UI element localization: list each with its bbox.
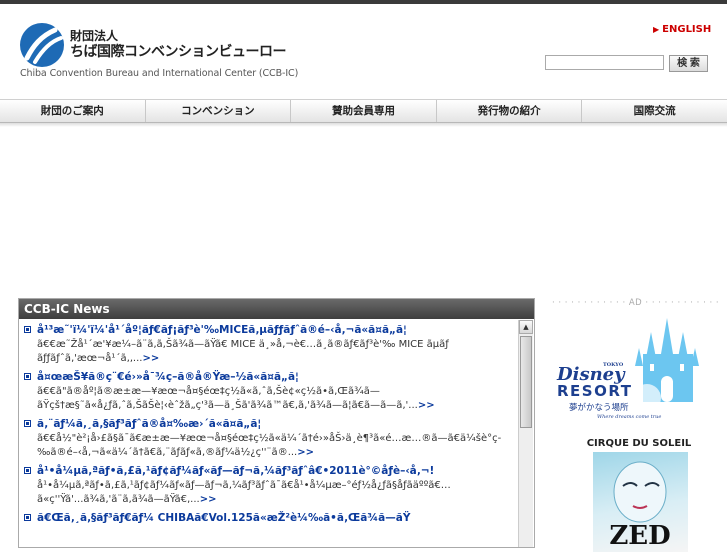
disney-tagline: 夢がかなう場所 xyxy=(569,402,629,413)
news-body-text: ã€€ã"ã®åº¦ã®æ±æ—¥æœ¬å¤§éœ‡ç½ã«ã‚ˆã‚Šè¢«ç… xyxy=(37,386,418,411)
nav-item-publications[interactable]: 発行物の紹介 xyxy=(437,100,583,122)
nav-item-members[interactable]: 賛助会員専用 xyxy=(291,100,437,122)
english-link[interactable]: ▶ ENGLISH xyxy=(653,24,711,35)
news-more-link[interactable]: >> xyxy=(297,447,314,458)
news-title-link[interactable]: å¹³æ˜'ï¼'ï¼'å¹´åº¦ãƒ€ãƒ¡ãƒ³è'‰MICEã‚µãƒƒ… xyxy=(24,323,516,338)
arrow-right-icon: ▶ xyxy=(653,25,660,34)
bullet-icon xyxy=(24,467,31,474)
scroll-up-icon[interactable]: ▲ xyxy=(519,320,533,334)
news-summary: ã€€ã"ã®åº¦ã®æ±æ—¥æœ¬å¤§éœ‡ç½ã«ã‚ˆã‚Šè¢«ç… xyxy=(24,385,516,413)
news-more-link[interactable]: >> xyxy=(142,353,159,364)
ccb-ic-logo-icon[interactable] xyxy=(19,22,65,68)
news-more-link[interactable]: >> xyxy=(418,400,435,411)
news-title-link[interactable]: å¤œæŠ¥ã®ç¨€é›»å¯¾ç­–ã®å®Ÿæ–½ã«ã¤ã„ã¦ xyxy=(24,370,516,385)
search-input[interactable] xyxy=(545,55,664,70)
nav-shadow xyxy=(0,123,727,127)
bullet-icon xyxy=(24,373,31,380)
news-body-text: ã€€å½"è²¡å›£ã§ã¯ã€æ±æ—¥æœ¬å¤§éœ‡ç½ã«ä¼´ã… xyxy=(37,433,502,458)
news-title-text: ã‚¨ãƒ¼ã‚¸ã‚§ãƒ³ãƒˆã®å¤‰æ›´ã«ã¤ã„ã¦ xyxy=(37,418,262,430)
list-item: å¹•å¼µã‚ªãƒ•ã‚£ã‚¹ãƒ¢ãƒ¼ãƒ«ãƒ—ãƒ¬ã‚¼ãƒ³ã… xyxy=(24,464,516,507)
news-title-link[interactable]: å¹•å¼µã‚ªãƒ•ã‚£ã‚¹ãƒ¢ãƒ¼ãƒ«ãƒ—ãƒ¬ã‚¼ãƒ³ã… xyxy=(24,464,516,479)
cirque-show-title: ZED xyxy=(609,521,670,551)
disney-resort-text: RESORT xyxy=(557,382,632,400)
news-title-text: å¹³æ˜'ï¼'ï¼'å¹´åº¦ãƒ€ãƒ¡ãƒ³è'‰MICEã‚µãƒƒ… xyxy=(37,324,407,336)
list-item: ã‚¨ãƒ¼ã‚¸ã‚§ãƒ³ãƒˆã®å¤‰æ›´ã«ã¤ã„ã¦ ã€€å½… xyxy=(24,417,516,460)
org-name[interactable]: ちば国際コンベンションビューロー xyxy=(70,41,287,61)
news-body-text: å¹•å¼µã‚ªãƒ•ã‚£ã‚¹ãƒ¢ãƒ¼ãƒ«ãƒ—ãƒ¬ã‚¼ãƒ³ã… xyxy=(37,480,451,505)
cirque-face-icon: ZED xyxy=(609,461,671,551)
english-label: ENGLISH xyxy=(662,24,712,35)
news-title-text: ã€Œã‚¸ã‚§ãƒ³ãƒ€ãƒ¼ CHIBAã€Vol.125ã«æŽ²è¼… xyxy=(37,512,411,524)
news-summary: å¹•å¼µã‚ªãƒ•ã‚£ã‚¹ãƒ¢ãƒ¼ãƒ«ãƒ—ãƒ¬ã‚¼ãƒ³ã… xyxy=(24,479,516,507)
news-scrollbar[interactable]: ▲ xyxy=(518,320,533,547)
cirque-du-soleil-ad[interactable]: CIRQUE DU SOLEIL ZED xyxy=(583,438,695,552)
news-list: å¹³æ˜'ï¼'ï¼'å¹´åº¦ãƒ€ãƒ¡ãƒ³è'‰MICEã‚µãƒƒ… xyxy=(24,323,516,530)
cirque-title: CIRQUE DU SOLEIL xyxy=(586,438,692,449)
news-more-link[interactable]: >> xyxy=(200,494,217,505)
news-heading: CCB-IC News xyxy=(19,299,534,319)
news-title-text: å¹•å¼µã‚ªãƒ•ã‚£ã‚¹ãƒ¢ãƒ¼ãƒ«ãƒ—ãƒ¬ã‚¼ãƒ³ã… xyxy=(37,465,435,477)
list-item: å¤œæŠ¥ã®ç¨€é›»å¯¾ç­–ã®å®Ÿæ–½ã«ã¤ã„ã¦ ã€€… xyxy=(24,370,516,413)
news-body-text: ã€€æ˜Žå¹´æ'¥æ¼–ã¨ã‚ã‚Šã¾ã—ãŸã€ MICE ä¸»å… xyxy=(37,339,449,364)
tokyo-disney-resort-ad[interactable]: TOKYO Disney RESORT 夢がかなう場所 Where dreams… xyxy=(555,314,705,424)
news-summary: ã€€å½"è²¡å›£ã§ã¯ã€æ±æ—¥æœ¬å¤§éœ‡ç½ã«ä¼´ã… xyxy=(24,432,516,460)
bullet-icon xyxy=(24,514,31,521)
nav-item-about[interactable]: 財団のご案内 xyxy=(0,100,146,122)
disney-subtag: Where dreams come true xyxy=(597,414,661,420)
nav-item-convention[interactable]: コンベンション xyxy=(146,100,292,122)
main-nav: 財団のご案内 コンベンション 賛助会員専用 発行物の紹介 国際交流 xyxy=(0,99,727,123)
org-name-en: Chiba Convention Bureau and Internationa… xyxy=(20,68,299,79)
bullet-icon xyxy=(24,326,31,333)
news-summary: ã€€æ˜Žå¹´æ'¥æ¼–ã¨ã‚ã‚Šã¾ã—ãŸã€ MICE ä¸»å… xyxy=(24,338,516,366)
cirque-image: ZED xyxy=(593,452,688,552)
ad-label-text: AD xyxy=(628,298,643,308)
news-title-text: å¤œæŠ¥ã®ç¨€é›»å¯¾ç­–ã®å®Ÿæ–½ã«ã¤ã„ã¦ xyxy=(37,371,299,383)
news-panel: CCB-IC News å¹³æ˜'ï¼'ï¼'å¹´åº¦ãƒ€ãƒ¡ãƒ³è… xyxy=(18,298,535,548)
list-item: å¹³æ˜'ï¼'ï¼'å¹´åº¦ãƒ€ãƒ¡ãƒ³è'‰MICEã‚µãƒƒ… xyxy=(24,323,516,366)
nav-item-international[interactable]: 国際交流 xyxy=(582,100,727,122)
news-title-link[interactable]: ã‚¨ãƒ¼ã‚¸ã‚§ãƒ³ãƒˆã®å¤‰æ›´ã«ã¤ã„ã¦ xyxy=(24,417,516,432)
news-title-link[interactable]: ã€Œã‚¸ã‚§ãƒ³ãƒ€ãƒ¼ CHIBAã€Vol.125ã«æŽ²è¼… xyxy=(24,511,516,526)
top-bar xyxy=(0,0,727,4)
list-item: ã€Œã‚¸ã‚§ãƒ³ãƒ€ãƒ¼ CHIBAã€Vol.125ã«æŽ²è¼… xyxy=(24,511,516,526)
scrollbar-thumb[interactable] xyxy=(520,336,532,428)
search-button[interactable]: 検 索 xyxy=(669,55,708,72)
ad-label: · · · · · · · · · · · · AD · · · · · · ·… xyxy=(552,298,720,308)
bullet-icon xyxy=(24,420,31,427)
